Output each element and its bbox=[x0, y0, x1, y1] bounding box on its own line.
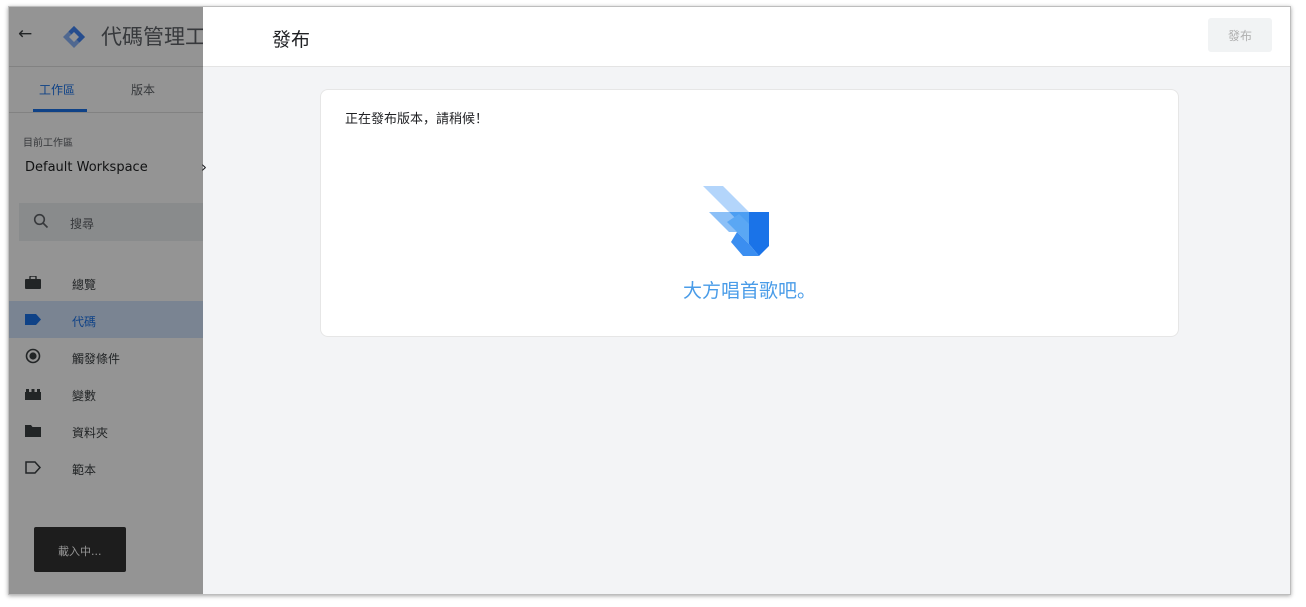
sidebar-item-label: 總覽 bbox=[72, 278, 97, 292]
sidebar-item-label: 觸發條件 bbox=[72, 352, 121, 366]
sidebar-item-tags[interactable]: 代碼 bbox=[9, 301, 203, 338]
publish-status-card: 正在發布版本，請稍候！ 大方唱首歌吧。 bbox=[320, 89, 1179, 337]
tab-versions[interactable]: 版本 bbox=[131, 81, 155, 98]
current-workspace-label: 目前工作區 bbox=[23, 138, 73, 149]
sidebar-nav: 總覽 代碼 觸發條件 變數 資料夾 範本 bbox=[9, 264, 203, 486]
search-icon bbox=[33, 213, 49, 229]
workspace-name: Default Workspace bbox=[25, 160, 148, 175]
template-icon bbox=[25, 461, 41, 474]
briefcase-icon bbox=[25, 276, 41, 289]
page-title: 發布 bbox=[272, 29, 311, 51]
back-arrow-icon[interactable]: ← bbox=[18, 24, 32, 44]
folder-icon bbox=[25, 425, 41, 437]
sidebar-item-folders[interactable]: 資料夾 bbox=[9, 412, 203, 449]
tab-workspace[interactable]: 工作區 bbox=[39, 81, 75, 98]
search-field[interactable]: 搜尋 bbox=[19, 203, 203, 241]
sidebar-item-triggers[interactable]: 觸發條件 bbox=[9, 338, 203, 375]
sidebar-item-label: 資料夾 bbox=[72, 426, 109, 440]
sidebar-item-label: 範本 bbox=[72, 463, 97, 477]
publish-button[interactable]: 發布 bbox=[1208, 18, 1272, 52]
chevron-right-icon: › bbox=[201, 158, 207, 176]
sidebar-header: ← 代碼管理工具 bbox=[9, 7, 203, 67]
tag-icon bbox=[25, 314, 41, 325]
sidebar-item-templates[interactable]: 範本 bbox=[9, 449, 203, 486]
search-placeholder: 搜尋 bbox=[70, 217, 95, 231]
publish-status-text: 正在發布版本，請稍候！ bbox=[345, 112, 489, 127]
active-tab-indicator bbox=[33, 109, 87, 112]
loading-toast: 載入中... bbox=[34, 527, 126, 572]
sidebar: ← 代碼管理工具 工作區 版本 目前工作區 Default Workspace … bbox=[9, 7, 207, 594]
publish-message: 大方唱首歌吧。 bbox=[682, 280, 816, 302]
variables-icon bbox=[25, 389, 41, 400]
sidebar-item-variables[interactable]: 變數 bbox=[9, 375, 203, 412]
workspace-tabs: 工作區 版本 bbox=[9, 69, 203, 113]
trigger-icon bbox=[25, 348, 41, 364]
sidebar-item-label: 代碼 bbox=[72, 315, 97, 329]
publish-rocket-icon bbox=[703, 186, 769, 256]
sidebar-item-label: 變數 bbox=[72, 389, 97, 403]
tag-manager-logo-icon[interactable] bbox=[63, 26, 85, 48]
workspace-selector[interactable]: Default Workspace › bbox=[19, 152, 207, 184]
sidebar-item-overview[interactable]: 總覽 bbox=[9, 264, 203, 301]
app-name: 代碼管理工具 bbox=[101, 25, 203, 49]
app-window: 發布 發布 正在發布版本，請稍候！ 大方唱首歌吧。 ← 代碼管理工具 工作區 版… bbox=[8, 6, 1291, 595]
